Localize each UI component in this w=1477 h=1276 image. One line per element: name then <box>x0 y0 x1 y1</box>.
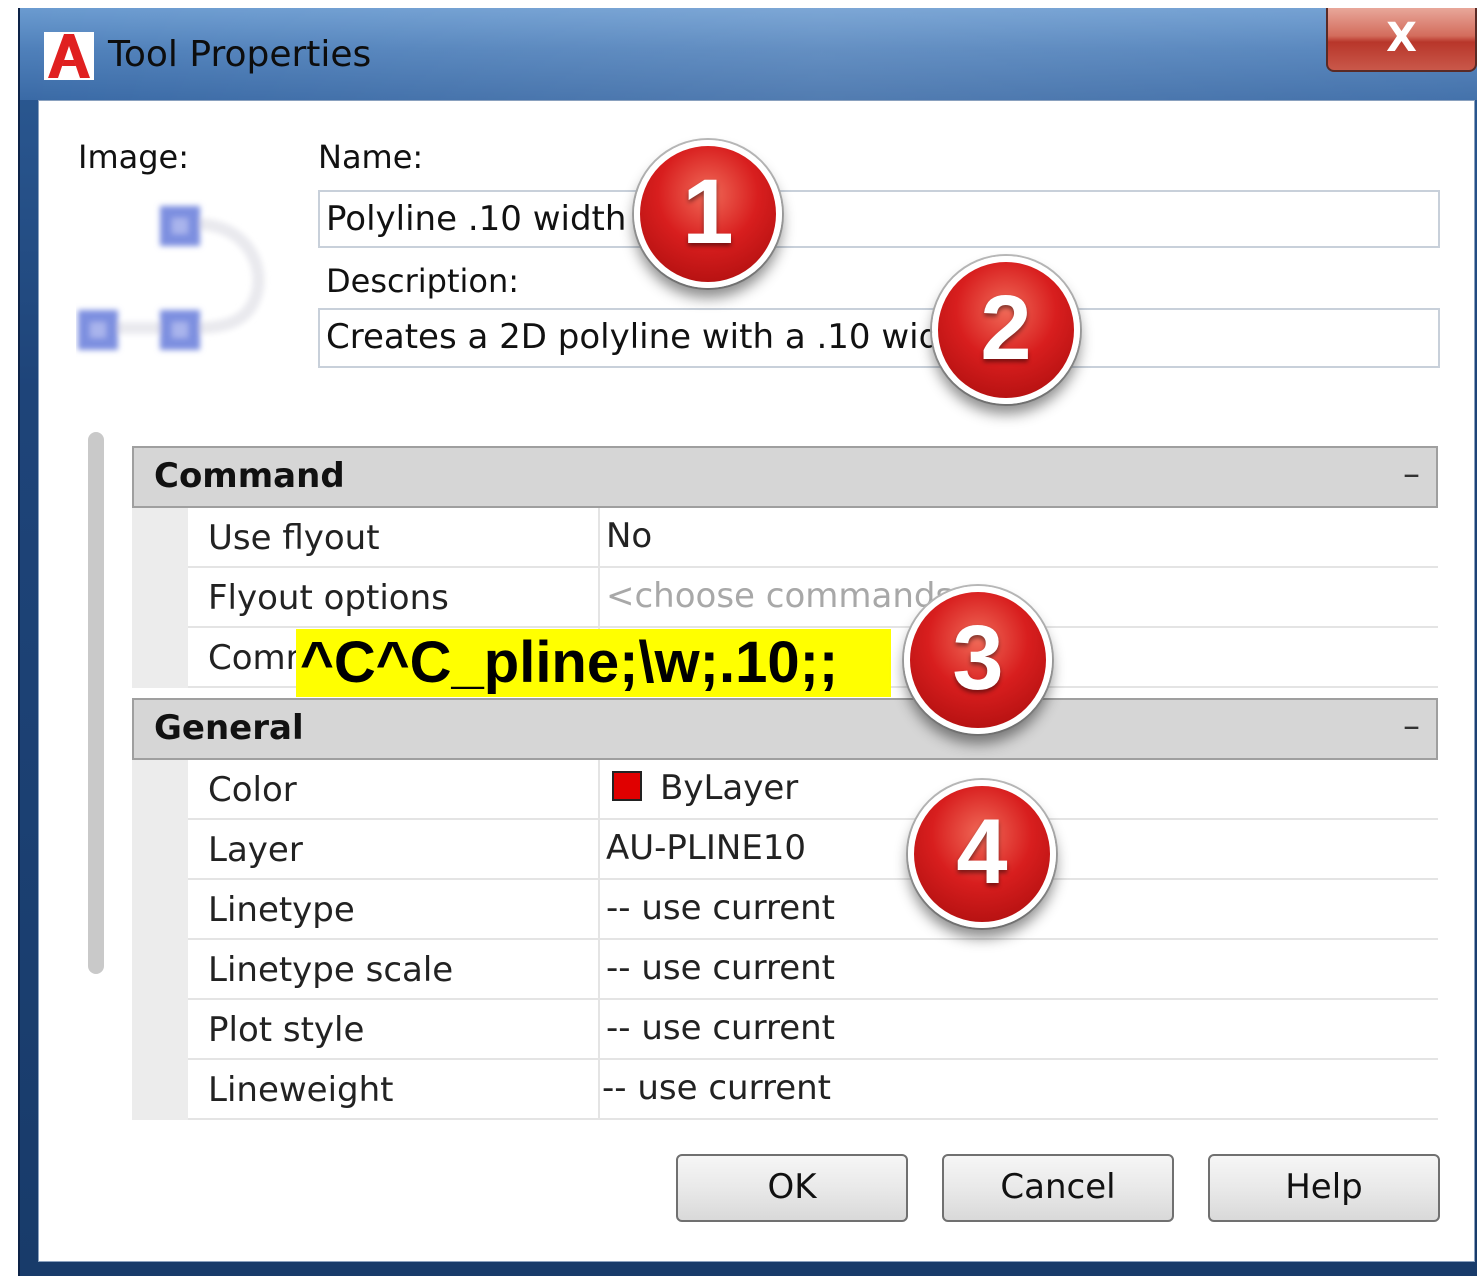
property-name: Linetype scale <box>208 950 454 990</box>
column-divider <box>598 508 600 566</box>
autocad-logo-icon <box>44 32 94 80</box>
property-name: Comr <box>208 638 300 678</box>
close-button[interactable]: X <box>1326 8 1477 72</box>
collapse-icon[interactable]: – <box>1403 706 1420 746</box>
property-row[interactable]: Plot style -- use current <box>188 1000 1438 1060</box>
category-title: Command <box>154 456 345 496</box>
column-divider <box>598 940 600 998</box>
vertical-scrollbar[interactable] <box>88 432 104 974</box>
tool-image-preview[interactable] <box>76 196 276 366</box>
category-general[interactable]: General – <box>132 698 1438 760</box>
color-value: ByLayer <box>660 768 799 808</box>
property-row[interactable]: Flyout options <choose commands> <box>188 568 1438 628</box>
window-title: Tool Properties <box>108 34 372 75</box>
property-name: Use flyout <box>208 518 380 558</box>
property-name: Plot style <box>208 1010 365 1050</box>
image-label: Image: <box>78 138 189 176</box>
name-input[interactable]: Polyline .10 width <box>318 190 1440 248</box>
property-row[interactable]: Linetype -- use current <box>188 880 1438 940</box>
grid-gutter <box>132 508 188 688</box>
property-row[interactable]: Lineweight -- use current <box>188 1060 1438 1120</box>
property-name: Layer <box>208 830 303 870</box>
property-name: Lineweight <box>208 1070 394 1110</box>
property-row[interactable]: Layer AU-PLINE10 <box>188 820 1438 880</box>
description-label: Description: <box>326 262 520 300</box>
property-value[interactable]: AU-PLINE10 <box>606 828 806 868</box>
grid-gutter <box>132 760 188 1120</box>
property-value[interactable]: ByLayer <box>612 768 798 808</box>
category-command[interactable]: Command – <box>132 446 1438 508</box>
category-title: General <box>154 708 304 748</box>
property-name: Linetype <box>208 890 355 930</box>
description-input[interactable]: Creates a 2D polyline with a .10 width <box>318 308 1440 368</box>
property-row[interactable]: Linetype scale -- use current <box>188 940 1438 1000</box>
command-macro-highlight: ^C^C_pline;\w;.10;; <box>296 629 891 697</box>
property-value[interactable]: -- use current <box>606 888 835 928</box>
property-name: Flyout options <box>208 578 449 618</box>
cancel-button[interactable]: Cancel <box>942 1154 1174 1222</box>
callout-1-badge: 1 <box>634 140 782 288</box>
callout-3-badge: 3 <box>904 586 1052 734</box>
collapse-icon[interactable]: – <box>1403 454 1420 494</box>
column-divider <box>598 1000 600 1058</box>
property-value[interactable]: -- use current <box>602 1068 831 1108</box>
property-value[interactable]: -- use current <box>606 948 835 988</box>
property-row[interactable]: Color ByLayer <box>188 760 1438 820</box>
column-divider <box>598 880 600 938</box>
callout-4-badge: 4 <box>908 780 1056 928</box>
property-value[interactable]: -- use current <box>606 1008 835 1048</box>
property-name: Color <box>208 770 297 810</box>
column-divider <box>598 820 600 878</box>
ok-button[interactable]: OK <box>676 1154 908 1222</box>
column-divider <box>598 1060 600 1118</box>
callout-2-badge: 2 <box>932 256 1080 404</box>
help-button[interactable]: Help <box>1208 1154 1440 1222</box>
property-value[interactable]: No <box>606 516 652 556</box>
property-row[interactable]: Use flyout No <box>188 508 1438 568</box>
color-swatch-icon <box>612 770 642 801</box>
column-divider <box>598 760 600 818</box>
name-label: Name: <box>318 138 424 176</box>
column-divider <box>598 568 600 626</box>
